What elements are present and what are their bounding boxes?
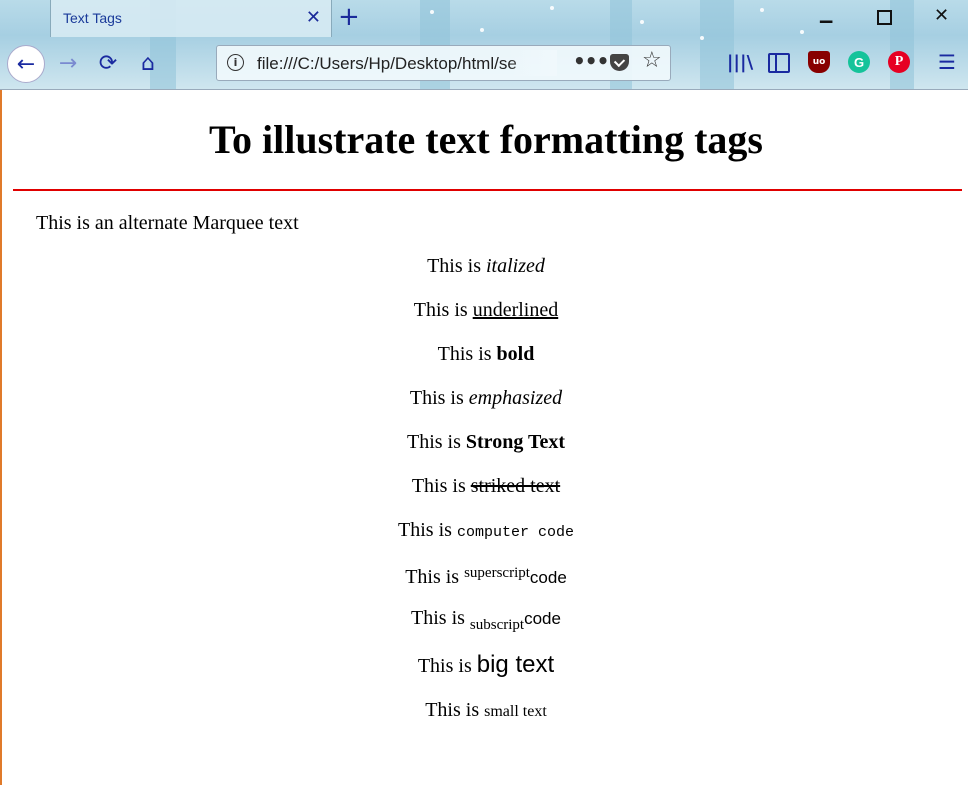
ublock-icon[interactable]: uo [808, 51, 830, 73]
close-window-button[interactable]: ✕ [934, 5, 949, 26]
url-fade [507, 50, 557, 76]
line-prefix: This is [411, 607, 465, 629]
bold-line: This is bold [2, 343, 968, 366]
forward-icon[interactable]: → [51, 46, 85, 80]
marquee-text: This is an alternate Marquee text [36, 212, 299, 234]
line-prefix: This is [437, 343, 492, 365]
line-prefix: This is [406, 431, 461, 453]
page-actions-icon[interactable]: ••• [573, 49, 609, 73]
line-prefix: This is [398, 519, 452, 541]
code-word: code [529, 568, 567, 587]
browser-chrome: Text Tags ✕ + ▁ ✕ ← → ⟳ ⌂ i file:///C:/U… [0, 0, 968, 90]
maximize-button[interactable] [877, 10, 892, 25]
new-tab-button[interactable]: + [338, 3, 360, 31]
line-prefix: This is [427, 255, 481, 277]
sidebar-icon[interactable] [768, 53, 790, 73]
underline-line: This is underlined [2, 299, 968, 322]
line-prefix: This is [411, 475, 466, 497]
code-word: code [524, 609, 561, 628]
computer-code-text: computer code [456, 524, 574, 541]
page-content: To illustrate text formatting tags This … [0, 90, 968, 785]
subscript-text: subscript [469, 617, 525, 633]
menu-icon[interactable]: ☰ [936, 50, 958, 74]
bookmark-star-icon[interactable]: ☆ [642, 48, 662, 73]
library-icon[interactable]: |||\ [727, 51, 753, 73]
url-input[interactable]: file:///C:/Users/Hp/Desktop/html/se [257, 54, 542, 74]
url-bar[interactable]: i file:///C:/Users/Hp/Desktop/html/se ••… [216, 45, 671, 81]
line-prefix: This is [409, 387, 464, 409]
subscript-line: This is subscriptcode [2, 607, 968, 634]
striked-line: This is striked text [2, 475, 968, 498]
info-icon[interactable]: i [227, 54, 244, 71]
tab-text-tags[interactable]: Text Tags ✕ [50, 0, 332, 37]
italic-line: This is italized [2, 255, 968, 278]
page-title: To illustrate text formatting tags [209, 117, 763, 162]
big-text: big text [476, 651, 555, 678]
line-prefix: This is [413, 299, 468, 321]
back-icon[interactable]: ← [7, 45, 45, 83]
strong-text: Strong Text [465, 431, 565, 453]
small-text-line: This is small text [2, 699, 968, 722]
reload-icon[interactable]: ⟳ [91, 46, 125, 80]
computer-code-line: This is computer code [2, 519, 968, 542]
home-icon[interactable]: ⌂ [131, 46, 165, 80]
line-prefix: This is [417, 655, 472, 677]
line-prefix: This is [425, 699, 480, 721]
italic-text: italized [486, 255, 545, 277]
pinterest-icon[interactable]: P [888, 51, 910, 73]
tab-close-icon[interactable]: ✕ [306, 7, 321, 28]
tab-title: Text Tags [63, 10, 122, 26]
small-text: small text [484, 703, 547, 720]
emphasized-line: This is emphasized [2, 387, 968, 410]
minimize-button[interactable]: ▁ [820, 4, 832, 23]
superscript-line: This is superscriptcode [2, 565, 968, 589]
pocket-icon[interactable] [610, 54, 629, 71]
emphasized-text: emphasized [468, 387, 563, 409]
underlined-text: underlined [472, 299, 559, 321]
striked-text: striked text [470, 475, 561, 497]
horizontal-rule [13, 189, 962, 191]
bold-text: bold [496, 343, 535, 365]
line-prefix: This is [405, 566, 460, 588]
big-text-line: This is big text [2, 651, 968, 679]
superscript-text: superscript [464, 565, 530, 581]
strong-line: This is Strong Text [2, 431, 968, 454]
grammarly-icon[interactable]: G [848, 51, 870, 73]
